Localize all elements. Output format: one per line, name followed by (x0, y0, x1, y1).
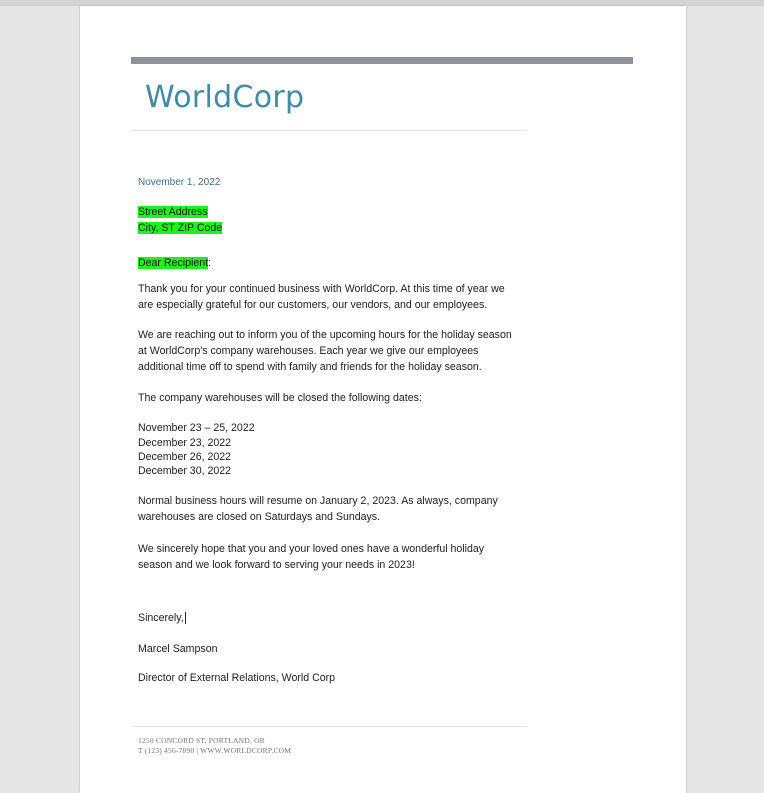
closing-text: Sincerely, (138, 612, 184, 624)
closing[interactable]: Sincerely, (138, 610, 186, 626)
footer-contact[interactable]: T (123) 456-7890 | WWW.WORLDCORP.COM (138, 746, 291, 755)
text-cursor (184, 612, 186, 625)
paragraph-4-line-2[interactable]: warehouses are closed on Saturdays and S… (138, 509, 380, 525)
letter-date[interactable]: November 1, 2022 (138, 177, 220, 188)
signer-name[interactable]: Marcel Sampson (138, 641, 217, 657)
address-line-1-text: Street Address (138, 206, 208, 218)
footer-divider (131, 726, 527, 727)
header-divider (131, 130, 527, 131)
paragraph-2-line-2[interactable]: at WorldCorp's company warehouses. Each … (138, 343, 478, 359)
salutation-text: Dear Recipient (138, 257, 209, 269)
signer-title[interactable]: Director of External Relations, World Co… (138, 670, 335, 686)
address-line-1[interactable]: Street Address (138, 204, 208, 220)
address-line-2-text: City, ST ZIP Code (138, 222, 223, 234)
salutation[interactable]: Dear Recipient: (138, 255, 211, 271)
paragraph-1-line-1[interactable]: Thank you for your continued business wi… (138, 281, 505, 297)
paragraph-2-line-1[interactable]: We are reaching out to inform you of the… (138, 327, 512, 343)
paragraph-3[interactable]: The company warehouses will be closed th… (138, 390, 422, 406)
header-bar (131, 57, 633, 64)
paragraph-5-line-2[interactable]: season and we look forward to serving yo… (138, 557, 415, 573)
address-line-2[interactable]: City, ST ZIP Code (138, 220, 223, 236)
paragraph-4-line-1[interactable]: Normal business hours will resume on Jan… (138, 493, 498, 509)
document-page[interactable]: WorldCorp November 1, 2022 Street Addres… (80, 6, 686, 793)
closed-date-4[interactable]: December 30, 2022 (138, 463, 231, 479)
paragraph-2-line-3[interactable]: additional time off to spend with family… (138, 359, 482, 375)
company-logo-text: WorldCorp (145, 80, 305, 115)
footer-address[interactable]: 1250 CONCORD ST, PORTLAND, OR (138, 736, 265, 745)
closed-date-1[interactable]: November 23 – 25, 2022 (138, 420, 255, 436)
paragraph-1-line-2[interactable]: are especially grateful for our customer… (138, 297, 487, 313)
paragraph-5-line-1[interactable]: We sincerely hope that you and your love… (138, 541, 484, 557)
salutation-punctuation: : (208, 257, 212, 269)
